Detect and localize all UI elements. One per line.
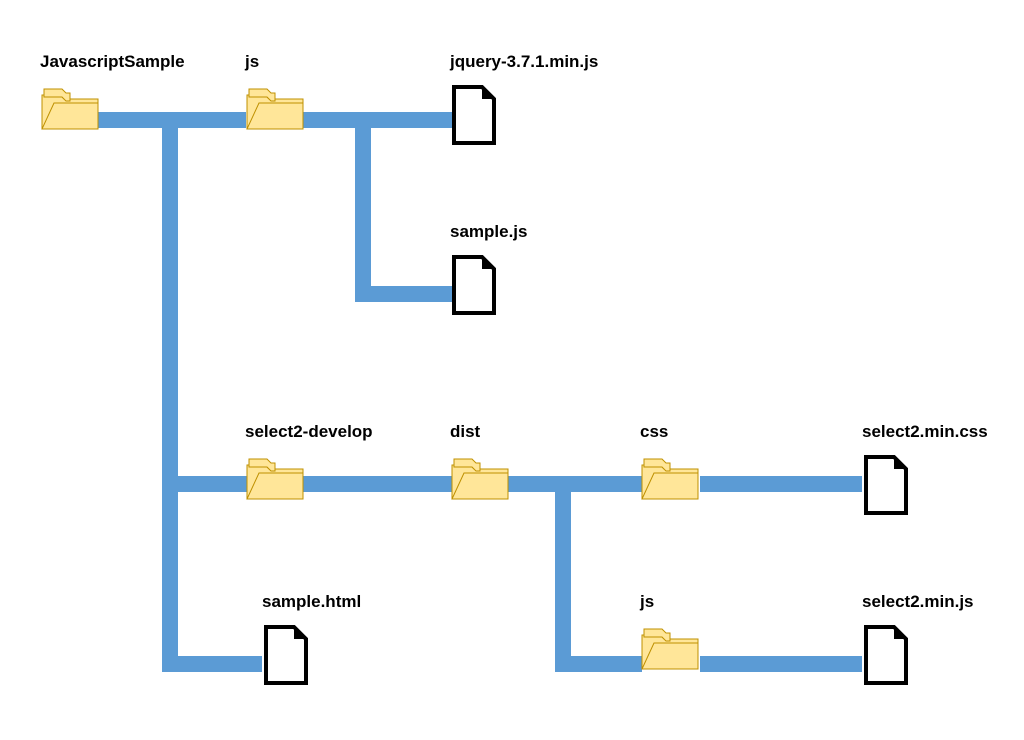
- file-icon: [450, 85, 498, 150]
- connector: [506, 476, 642, 492]
- folder-icon: [640, 455, 700, 508]
- node-label-jquery: jquery-3.7.1.min.js: [450, 52, 598, 72]
- connector: [700, 656, 862, 672]
- connector: [355, 286, 452, 302]
- file-icon: [862, 625, 910, 690]
- node-label-dist: dist: [450, 422, 480, 442]
- folder-icon: [40, 85, 100, 138]
- folder-icon: [245, 85, 305, 138]
- connector: [302, 476, 452, 492]
- node-label-jsdir: js: [640, 592, 654, 612]
- folder-icon: [245, 455, 305, 508]
- file-icon: [450, 255, 498, 320]
- node-label-cssdir: css: [640, 422, 668, 442]
- connector: [162, 476, 248, 492]
- file-icon: [862, 455, 910, 520]
- connector: [162, 112, 178, 672]
- node-label-jsfile: select2.min.js: [862, 592, 974, 612]
- connector: [555, 656, 642, 672]
- node-label-cssfile: select2.min.css: [862, 422, 988, 442]
- file-icon: [262, 625, 310, 690]
- connector: [555, 476, 571, 672]
- node-label-select2: select2-develop: [245, 422, 373, 442]
- folder-icon: [450, 455, 510, 508]
- node-label-samplejs: sample.js: [450, 222, 528, 242]
- connector: [162, 656, 262, 672]
- connector: [300, 112, 452, 128]
- connector: [700, 476, 862, 492]
- node-label-sampleh: sample.html: [262, 592, 361, 612]
- node-label-js: js: [245, 52, 259, 72]
- folder-icon: [640, 625, 700, 678]
- connector: [355, 112, 371, 302]
- node-label-root: JavascriptSample: [40, 52, 185, 72]
